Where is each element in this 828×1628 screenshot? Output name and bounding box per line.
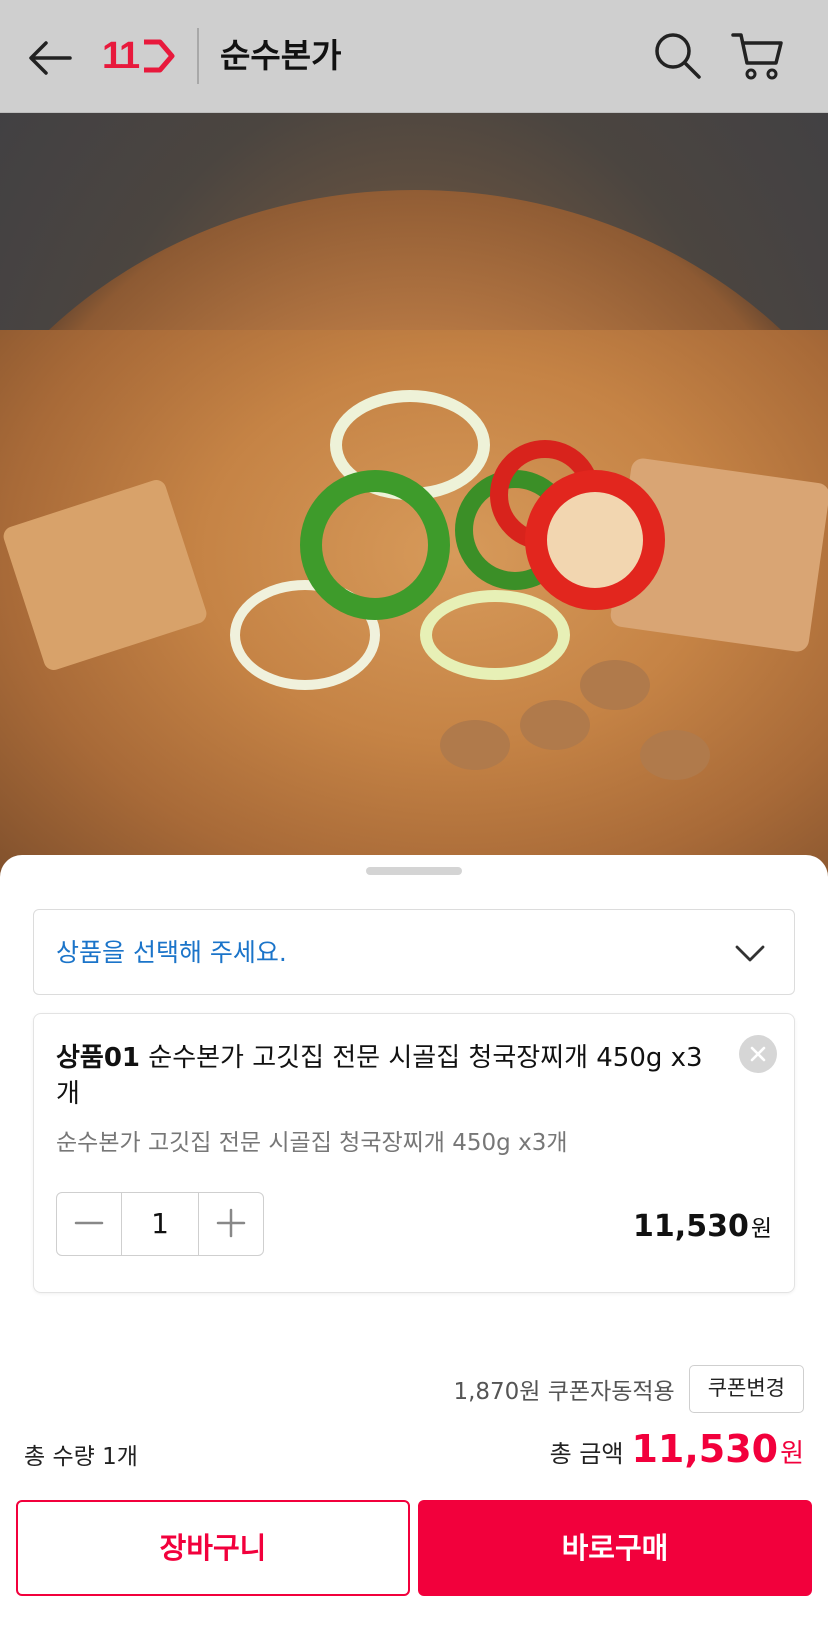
close-icon [750, 1046, 766, 1062]
sheet-drag-handle[interactable] [366, 867, 462, 875]
11st-logo[interactable]: 11 [102, 36, 176, 76]
coupon-auto-applied-text: 1,870원 쿠폰자동적용 [453, 1379, 675, 1405]
bean [640, 730, 710, 780]
bean [440, 720, 510, 770]
option-bottom-sheet: 상품을 선택해 주세요. 상품01 순수본가 고깃집 전문 시골집 청국장찌개 … [0, 855, 828, 1628]
option-select-placeholder: 상품을 선택해 주세요. [56, 938, 287, 967]
option-title: 상품01 순수본가 고깃집 전문 시골집 청국장찌개 450g x3개 [56, 1040, 726, 1112]
cart-button[interactable] [730, 30, 786, 82]
chevron-down-icon [735, 945, 765, 962]
minus-icon [74, 1221, 104, 1225]
search-icon [655, 33, 701, 79]
quantity-stepper: 1 [56, 1192, 264, 1256]
change-coupon-button[interactable]: 쿠폰변경 [688, 1365, 804, 1413]
increase-quantity-button[interactable] [199, 1193, 263, 1255]
cart-icon [731, 33, 783, 80]
bean [580, 660, 650, 710]
total-amount: 총 금액 11,530 원 [550, 1427, 804, 1471]
decrease-quantity-button[interactable] [57, 1193, 121, 1255]
product-image [0, 0, 828, 880]
green-onion-slice [420, 590, 570, 680]
remove-option-button[interactable] [739, 1035, 777, 1073]
selected-option-card: 상품01 순수본가 고깃집 전문 시골집 청국장찌개 450g x3개 순수본가… [33, 1013, 795, 1293]
search-button[interactable] [652, 30, 704, 82]
total-amount-value: 11,530 [631, 1427, 779, 1471]
option-price: 11,530원 [633, 1208, 772, 1248]
quantity-value[interactable]: 1 [121, 1193, 199, 1255]
option-price-currency: 원 [750, 1216, 772, 1242]
back-button[interactable] [26, 34, 74, 82]
plus-icon [216, 1208, 246, 1238]
logo-arrow-icon [144, 39, 175, 73]
total-amount-label: 총 금액 [549, 1440, 624, 1468]
option-select[interactable]: 상품을 선택해 주세요. [33, 909, 795, 995]
option-subtitle: 순수본가 고깃집 전문 시골집 청국장찌개 450g x3개 [56, 1130, 568, 1156]
option-price-value: 11,530 [633, 1209, 749, 1244]
option-prefix: 상품01 [56, 1043, 141, 1073]
total-quantity: 총 수량 1개 [24, 1444, 138, 1470]
red-pepper-slice [525, 470, 665, 610]
logo-text: 11 [102, 35, 140, 77]
option-name: 순수본가 고깃집 전문 시골집 청국장찌개 450g x3개 [56, 1043, 703, 1109]
back-arrow-icon [29, 41, 72, 75]
total-amount-currency: 원 [780, 1439, 804, 1469]
coupon-row: 1,870원 쿠폰자동적용 쿠폰변경 [453, 1365, 804, 1413]
bean [520, 700, 590, 750]
green-pepper-slice [300, 470, 450, 620]
app-bar: 11 순수본가 [0, 0, 828, 113]
buy-now-button[interactable]: 바로구매 [418, 1500, 812, 1596]
add-to-cart-button[interactable]: 장바구니 [16, 1500, 410, 1596]
header-divider [197, 28, 199, 84]
page-title: 순수본가 [220, 36, 342, 75]
